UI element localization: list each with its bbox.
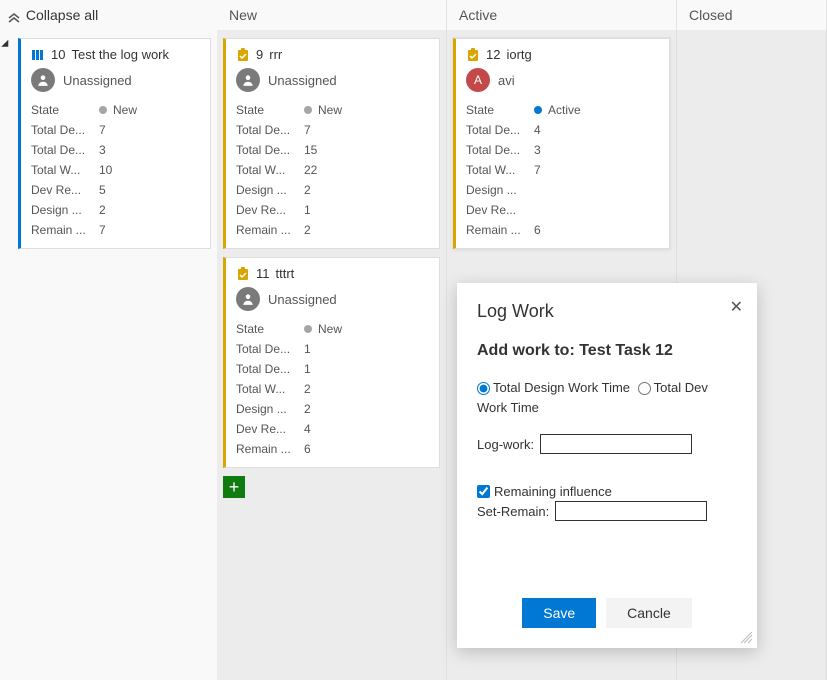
avatar: A xyxy=(466,68,490,92)
task-icon xyxy=(236,267,250,281)
cancel-button[interactable]: Cancle xyxy=(606,598,692,628)
card-id: 10 xyxy=(51,47,65,62)
collapse-all[interactable]: Collapse all xyxy=(0,0,217,30)
column-header-closed: Closed xyxy=(677,0,827,30)
work-item-card[interactable]: 10 Test the log work Unassigned StateNew… xyxy=(18,38,211,249)
task-icon xyxy=(466,48,480,62)
avatar-icon xyxy=(31,68,55,92)
work-item-card[interactable]: 9 rrr Unassigned StateNew Total De...7 T… xyxy=(223,38,440,249)
assigned-to[interactable]: Unassigned xyxy=(236,68,429,92)
radio-design[interactable]: Total Design Work Time xyxy=(477,380,630,395)
radio-dev-input[interactable] xyxy=(638,382,651,395)
setremain-input[interactable] xyxy=(555,501,707,521)
remaining-checkbox[interactable] xyxy=(477,485,490,498)
collapse-all-label: Collapse all xyxy=(26,7,98,23)
task-icon xyxy=(236,48,250,62)
assigned-to[interactable]: A avi xyxy=(466,68,659,92)
assigned-label: Unassigned xyxy=(63,73,132,88)
work-item-card[interactable]: 11 tttrt Unassigned StateNew Total De...… xyxy=(223,257,440,468)
swimlane-toggle[interactable] xyxy=(1,40,12,51)
work-item-card[interactable]: 12 iortg A avi StateActive Total De...4 … xyxy=(453,38,670,249)
close-icon[interactable]: ✕ xyxy=(730,297,743,317)
dialog-subtitle: Add work to: Test Task 12 xyxy=(477,342,737,360)
avatar-icon xyxy=(236,68,260,92)
card-title: Test the log work xyxy=(71,47,169,62)
save-button[interactable]: Save xyxy=(522,598,596,628)
collapse-icon xyxy=(8,1,20,31)
logwork-input[interactable] xyxy=(540,434,692,454)
state-dot xyxy=(99,106,107,114)
log-work-dialog: ✕ Log Work Add work to: Test Task 12 Tot… xyxy=(457,283,757,648)
remaining-label: Remaining influence xyxy=(494,484,612,499)
avatar-icon xyxy=(236,287,260,311)
column-header-new: New xyxy=(217,0,447,30)
column-new: New 9 rrr Unassigned StateNew Total De..… xyxy=(217,0,447,680)
backlog-column: Collapse all 10 Test the log work Unassi… xyxy=(0,0,217,680)
column-header-active: Active xyxy=(447,0,677,30)
radio-design-input[interactable] xyxy=(477,382,490,395)
resize-handle-icon[interactable] xyxy=(741,632,753,644)
assigned-to[interactable]: Unassigned xyxy=(31,68,200,92)
pbi-icon xyxy=(31,48,45,62)
dialog-title: Log Work xyxy=(477,301,737,322)
setremain-label: Set-Remain: xyxy=(477,504,549,519)
assigned-to[interactable]: Unassigned xyxy=(236,287,429,311)
add-card-button[interactable]: + xyxy=(223,476,245,498)
logwork-label: Log-work: xyxy=(477,437,534,452)
